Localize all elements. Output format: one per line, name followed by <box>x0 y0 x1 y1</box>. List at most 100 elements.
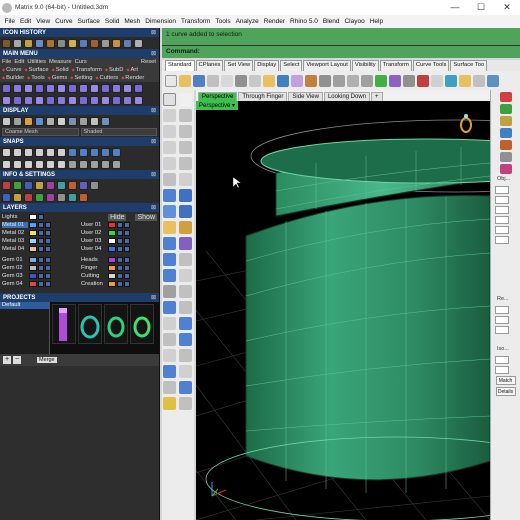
layer-visibility-toggle[interactable] <box>124 246 130 252</box>
materials-tab-icon[interactable] <box>499 128 512 138</box>
hand-pan-icon[interactable] <box>291 74 303 87</box>
layer-row[interactable]: Metal 03 <box>2 237 78 245</box>
menu-solid[interactable]: Solid <box>102 18 121 25</box>
purple-shape-icon[interactable] <box>57 83 66 93</box>
display-mode-icon[interactable] <box>2 116 11 126</box>
layer-lock-toggle[interactable] <box>117 257 123 263</box>
tab-display[interactable]: Display <box>254 60 280 71</box>
fillet-edge-icon[interactable] <box>163 253 176 266</box>
layer-row[interactable]: Heads <box>81 256 157 264</box>
project-thumbnail[interactable] <box>78 304 102 344</box>
mesh-density-select[interactable]: Coarse Mesh <box>2 128 79 136</box>
add-viewport-tab-button[interactable]: + <box>371 92 383 101</box>
info-settings-header[interactable]: INFO & SETTINGS ⊠ <box>0 170 159 179</box>
curve-icon[interactable] <box>179 109 192 122</box>
copy-object-icon[interactable] <box>179 301 192 314</box>
purple-shape-icon[interactable] <box>101 95 110 105</box>
layer-color-swatch[interactable] <box>108 238 116 244</box>
layer-lock-toggle[interactable] <box>38 238 44 244</box>
gumball-icon[interactable] <box>163 397 176 410</box>
info-tool-icon[interactable] <box>57 180 66 190</box>
paste-icon[interactable] <box>263 74 275 87</box>
trim-icon[interactable] <box>163 269 176 282</box>
grid-icon[interactable] <box>375 74 387 87</box>
display-header[interactable]: DISPLAY ⊠ <box>0 106 159 115</box>
display-tab-icon[interactable] <box>499 164 512 174</box>
layer-lock-toggle[interactable] <box>117 222 123 228</box>
history-tool-icon[interactable] <box>2 38 11 48</box>
menu-view[interactable]: View <box>34 18 53 25</box>
history-tool-icon[interactable] <box>90 38 99 48</box>
snap-icon[interactable] <box>101 159 110 169</box>
history-tool-icon[interactable] <box>24 38 33 48</box>
layer-row[interactable]: User 04 <box>81 245 157 253</box>
lights-toggle[interactable] <box>38 214 44 220</box>
display-mode-icon[interactable] <box>101 116 110 126</box>
layer-color-swatch[interactable] <box>108 246 116 252</box>
open-file-icon[interactable] <box>179 74 191 87</box>
layer-lock-toggle[interactable] <box>38 222 44 228</box>
layer-row[interactable]: User 02 <box>81 229 157 237</box>
purple-shape-icon[interactable] <box>24 95 33 105</box>
tab-set-view[interactable]: Set View <box>224 60 254 71</box>
analyze-icon[interactable] <box>179 349 192 362</box>
layer-lock-toggle[interactable] <box>117 273 123 279</box>
save-icon[interactable] <box>193 74 205 87</box>
layer-lock-toggle[interactable] <box>117 265 123 271</box>
snap-icon[interactable] <box>57 159 66 169</box>
info-tool-icon[interactable] <box>35 192 44 202</box>
layer-icon[interactable] <box>403 74 415 87</box>
show-button[interactable]: Show <box>135 213 157 221</box>
display-mode-icon[interactable] <box>13 116 22 126</box>
purple-shape-icon[interactable] <box>46 95 55 105</box>
purple-shape-icon[interactable] <box>2 95 11 105</box>
info-tool-icon[interactable] <box>13 192 22 202</box>
display-mode-icon[interactable] <box>24 116 33 126</box>
history-tool-icon[interactable] <box>101 38 110 48</box>
maximize-button[interactable]: ☐ <box>468 2 494 13</box>
layer-color-swatch[interactable] <box>108 257 116 263</box>
property-field[interactable] <box>495 356 509 364</box>
mm-file[interactable]: File <box>2 59 11 65</box>
layer-lock-toggle[interactable] <box>38 230 44 236</box>
menu-file[interactable]: File <box>2 18 17 25</box>
history-tool-icon[interactable] <box>46 38 55 48</box>
cage-icon[interactable] <box>179 381 192 394</box>
project-item-default[interactable]: Default <box>0 302 49 309</box>
project-thumbnail[interactable] <box>52 304 76 344</box>
history-icon[interactable] <box>179 397 192 410</box>
tab-viewport-layout[interactable]: Viewport Layout <box>303 60 351 71</box>
menu-curve[interactable]: Curve <box>53 18 75 25</box>
mm-tools[interactable]: Tools <box>27 75 45 81</box>
shaded-icon[interactable] <box>431 74 443 87</box>
merge-button[interactable]: Merge <box>37 357 57 363</box>
main-menu-header[interactable]: MAIN MENU ⊠ <box>0 49 159 58</box>
layer-lock-toggle[interactable] <box>38 257 44 263</box>
dimension-icon[interactable] <box>163 349 176 362</box>
info-tool-icon[interactable] <box>46 192 55 202</box>
render-icon[interactable] <box>417 74 429 87</box>
layer-visibility-toggle[interactable] <box>124 238 130 244</box>
info-tool-icon[interactable] <box>13 180 22 190</box>
mesh-icon[interactable] <box>163 237 176 250</box>
help-icon[interactable] <box>487 74 499 87</box>
snap-icon[interactable] <box>46 159 55 169</box>
layer-visibility-toggle[interactable] <box>45 230 51 236</box>
property-field[interactable] <box>495 196 509 204</box>
layer-row[interactable]: Cutting <box>81 272 157 280</box>
display-mode-icon[interactable] <box>68 116 77 126</box>
layer-lock-toggle[interactable] <box>117 246 123 252</box>
rotate-icon[interactable] <box>163 317 176 330</box>
sweep-icon[interactable] <box>179 205 192 218</box>
mm-solid[interactable]: Solid <box>52 67 69 73</box>
info-tool-icon[interactable] <box>2 180 11 190</box>
snaps-header[interactable]: SNAPS ⊠ <box>0 137 159 146</box>
info-tool-icon[interactable] <box>90 180 99 190</box>
polyline-icon[interactable] <box>163 109 176 122</box>
offset-icon[interactable] <box>179 173 192 186</box>
display-mode-icon[interactable] <box>46 116 55 126</box>
purple-shape-icon[interactable] <box>112 83 121 93</box>
properties-tab-icon[interactable] <box>499 92 512 102</box>
purple-shape-icon[interactable] <box>101 83 110 93</box>
layer-lock-toggle[interactable] <box>117 281 123 287</box>
